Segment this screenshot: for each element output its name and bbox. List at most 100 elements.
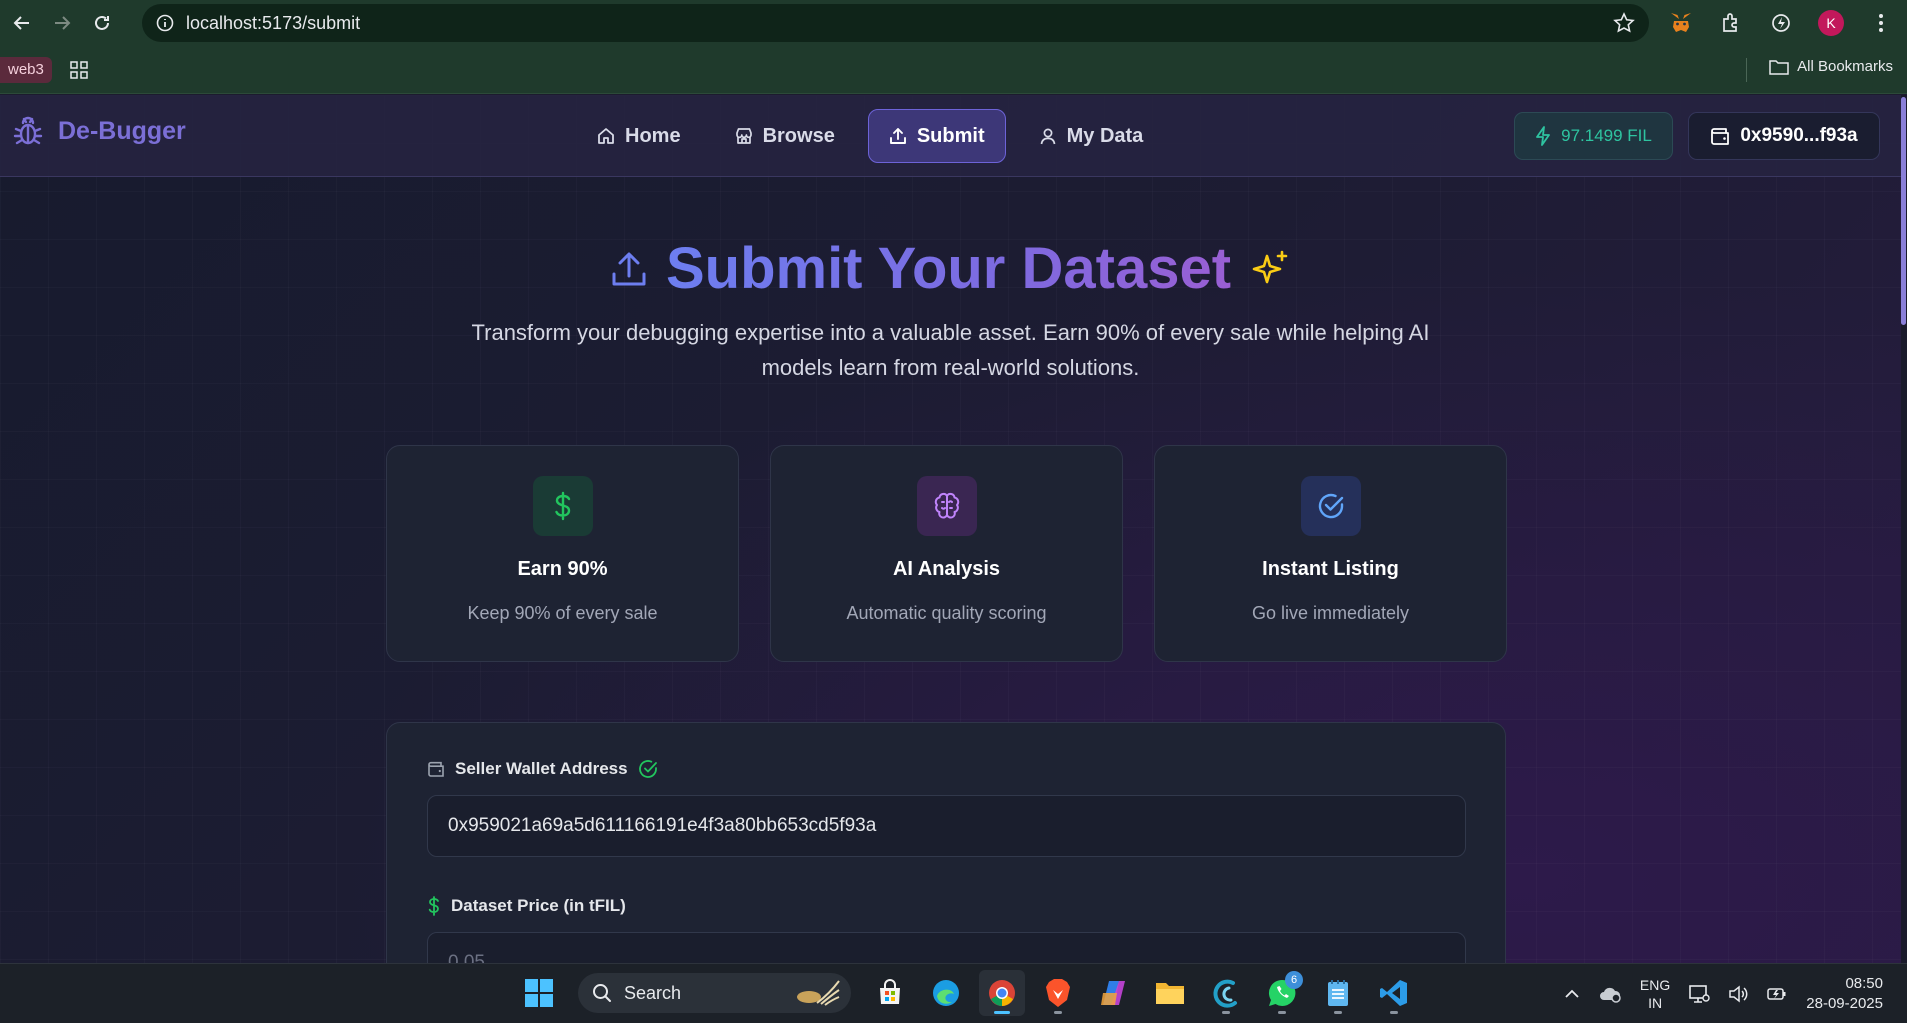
folder-icon: [1769, 59, 1789, 75]
copilot-icon[interactable]: [1091, 970, 1137, 1016]
upload-icon: [889, 127, 907, 145]
browser-menu-icon[interactable]: [1863, 5, 1899, 41]
seller-wallet-input[interactable]: [427, 795, 1466, 857]
submit-form: Seller Wallet Address Dataset Price (in …: [386, 722, 1506, 963]
system-clock[interactable]: 08:50 28-09-2025: [1806, 974, 1883, 1014]
language-indicator[interactable]: ENG IN: [1640, 976, 1670, 1012]
feature-title: Earn 90%: [517, 558, 608, 580]
dataset-price-input[interactable]: [427, 932, 1466, 963]
language-code: ENG: [1639, 977, 1671, 993]
profile-initial: K: [1818, 10, 1844, 36]
nav-home[interactable]: Home: [576, 109, 702, 163]
url-text: localhost:5173/submit: [186, 12, 361, 33]
running-indicator: [1334, 1011, 1342, 1014]
performance-icon[interactable]: [1763, 5, 1799, 41]
dollar-icon: [427, 896, 441, 916]
nav-submit[interactable]: Submit: [867, 109, 1006, 163]
page-scrollbar[interactable]: [1901, 95, 1907, 963]
wallet-address-button[interactable]: 0x9590...f93a: [1688, 112, 1880, 160]
chevron-up-icon[interactable]: [1564, 989, 1580, 999]
feature-description: Keep 90% of every sale: [467, 603, 658, 623]
brand-logo[interactable]: De-Bugger: [12, 115, 186, 147]
bookmarks-divider: [1746, 58, 1747, 82]
language-region: IN: [1648, 995, 1663, 1011]
fil-balance-value: 97.1499 FIL: [1561, 126, 1652, 145]
store-app-icon[interactable]: [867, 970, 913, 1016]
feature-card-listing: Instant Listing Go live immediately: [1154, 445, 1507, 662]
dollar-icon: [532, 476, 593, 536]
feature-card-ai: AI Analysis Automatic quality scoring: [770, 445, 1123, 662]
bookmark-web3[interactable]: web3: [0, 56, 52, 83]
nav-browse[interactable]: Browse: [714, 109, 856, 163]
fil-balance-badge: 97.1499 FIL: [1514, 112, 1673, 160]
main-nav: Home Browse Submit My Data: [576, 109, 1164, 163]
wallet-icon: [427, 761, 445, 777]
store-icon: [735, 127, 753, 145]
upload-title-icon: [610, 250, 648, 288]
back-icon[interactable]: [4, 5, 40, 41]
whatsapp-icon[interactable]: 6: [1259, 970, 1305, 1016]
metamask-extension-icon[interactable]: [1663, 5, 1699, 41]
search-highlight-icon: [787, 977, 843, 1009]
nav-submit-label: Submit: [916, 124, 985, 147]
lightning-icon: [1535, 126, 1551, 146]
running-indicator: [1054, 1011, 1062, 1014]
sparkles-icon: [1249, 248, 1291, 290]
volume-icon[interactable]: [1728, 985, 1748, 1003]
windows-start-icon[interactable]: [516, 970, 562, 1016]
running-indicator: [1278, 1011, 1286, 1014]
address-bar[interactable]: localhost:5173/submit: [142, 4, 1649, 42]
user-icon: [1039, 127, 1057, 145]
system-tray: ENG IN 08:50 28-09-2025: [1564, 964, 1883, 1023]
app-header: De-Bugger Home Browse Submit My Data 97.…: [0, 95, 1901, 177]
wallet-address-short: 0x9590...f93a: [1740, 125, 1858, 146]
feature-title: Instant Listing: [1262, 558, 1399, 580]
clock-time: 08:50: [1845, 975, 1883, 992]
apps-grid-icon[interactable]: [70, 60, 88, 79]
feature-description: Go live immediately: [1251, 603, 1410, 623]
bookmarks-bar: web3 All Bookmarks: [0, 46, 1907, 94]
forward-icon[interactable]: [44, 5, 80, 41]
wallet-icon: [1710, 127, 1730, 145]
bookmark-star-icon[interactable]: [1613, 12, 1635, 34]
taskbar-search[interactable]: Search: [578, 973, 851, 1013]
price-label-text: Dataset Price (in tFIL): [451, 896, 626, 915]
brand-name: De-Bugger: [58, 116, 186, 145]
running-indicator: [1390, 1011, 1398, 1014]
feature-description: Automatic quality scoring: [846, 603, 1047, 623]
page-subtitle: Transform your debugging expertise into …: [471, 320, 1430, 380]
hero-title: Submit Your Dataset: [0, 235, 1901, 302]
all-bookmarks-button[interactable]: All Bookmarks: [1769, 58, 1893, 75]
edge-icon[interactable]: [923, 970, 969, 1016]
verified-check-icon: [638, 759, 658, 779]
browser-toolbar: localhost:5173/submit K: [0, 0, 1907, 46]
wave-app-icon[interactable]: [1203, 970, 1249, 1016]
cloud-sync-icon[interactable]: [1598, 985, 1622, 1003]
wallet-label-text: Seller Wallet Address: [455, 759, 628, 778]
site-info-icon[interactable]: [156, 14, 174, 32]
check-circle-icon: [1300, 476, 1361, 536]
brave-icon[interactable]: [1035, 970, 1081, 1016]
nav-browse-label: Browse: [762, 124, 835, 147]
network-icon[interactable]: [1688, 984, 1710, 1004]
price-field-label: Dataset Price (in tFIL): [427, 896, 626, 916]
nav-my-data[interactable]: My Data: [1018, 109, 1165, 163]
running-indicator: [994, 1011, 1010, 1014]
windows-taskbar: Search 6 ENG IN 08:50 28-09-2025: [0, 963, 1907, 1023]
file-explorer-icon[interactable]: [1147, 970, 1193, 1016]
battery-icon[interactable]: [1766, 986, 1788, 1002]
extensions-icon[interactable]: [1713, 5, 1749, 41]
vscode-icon[interactable]: [1371, 970, 1417, 1016]
profile-avatar[interactable]: K: [1813, 5, 1849, 41]
chrome-icon[interactable]: [979, 970, 1025, 1016]
scrollbar-thumb[interactable]: [1901, 97, 1906, 325]
page-title: Submit Your Dataset: [665, 236, 1232, 301]
search-label: Search: [624, 982, 682, 1003]
wallet-field-label: Seller Wallet Address: [427, 759, 658, 779]
clock-date: 28-09-2025: [1806, 995, 1883, 1012]
reload-icon[interactable]: [84, 5, 120, 41]
all-bookmarks-label: All Bookmarks: [1797, 58, 1893, 75]
feature-title: AI Analysis: [892, 558, 1001, 580]
notepad-icon[interactable]: [1315, 970, 1361, 1016]
page-viewport: De-Bugger Home Browse Submit My Data 97.…: [0, 95, 1907, 963]
